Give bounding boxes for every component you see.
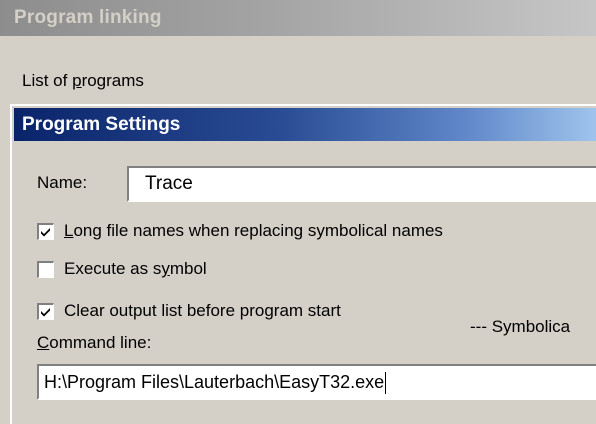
command-line-label: Command line: — [37, 333, 152, 352]
text-caret — [385, 372, 387, 395]
checkmark-icon — [41, 227, 50, 236]
symbolic-names-label: --- Symbolica — [470, 317, 571, 336]
clear-output-label: Clear output list before program start — [64, 301, 341, 320]
window-title-bar: Program linking — [0, 0, 596, 36]
clear-output-checkbox[interactable] — [37, 302, 54, 320]
long-file-names-option[interactable]: Long file names when replacing symbolica… — [37, 220, 443, 242]
execute-as-symbol-checkbox[interactable] — [37, 260, 54, 278]
clear-output-option[interactable]: Clear output list before program start — [37, 300, 341, 322]
command-line-field[interactable]: H:\Program Files\Lauterbach\EasyT32.exe — [37, 364, 596, 400]
name-field[interactable]: Trace — [127, 166, 596, 202]
settings-title: Program Settings — [22, 114, 181, 135]
command-line-value: H:\Program Files\Lauterbach\EasyT32.exe — [44, 372, 385, 392]
name-label: Name: — [37, 173, 88, 192]
window-title: Program linking — [14, 7, 162, 28]
long-file-names-label: Long file names when replacing symbolica… — [64, 221, 443, 240]
program-list-label: List of programs — [22, 71, 144, 90]
execute-as-symbol-option[interactable]: Execute as symbol — [37, 258, 207, 280]
long-file-names-checkbox[interactable] — [37, 222, 54, 240]
settings-title-bar: Program Settings — [14, 108, 596, 141]
execute-as-symbol-label: Execute as symbol — [64, 259, 207, 278]
checkmark-icon — [41, 307, 50, 316]
